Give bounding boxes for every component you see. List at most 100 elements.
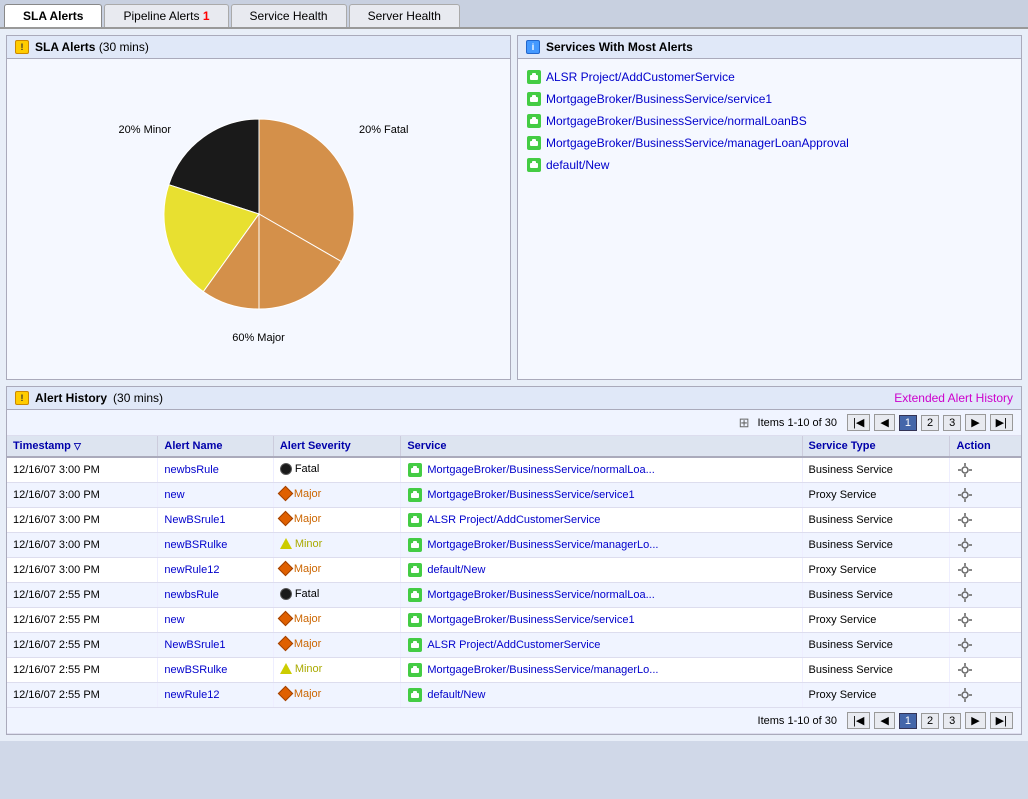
- service-cell-8[interactable]: MortgageBroker/BusinessService/managerLo…: [407, 662, 795, 678]
- cell-action-5[interactable]: [950, 583, 1021, 608]
- service-cell-6[interactable]: MortgageBroker/BusinessService/service1: [407, 612, 795, 628]
- alert-name-link-9[interactable]: newRule12: [164, 689, 219, 701]
- action-config-icon-9[interactable]: [956, 686, 974, 704]
- pagination-bar-bottom: Items 1-10 of 30 |◀ ◀ 1 2 3 ▶ ▶|: [7, 708, 1021, 734]
- cell-action-9[interactable]: [950, 683, 1021, 708]
- alert-name-link-2[interactable]: NewBSrule1: [164, 514, 225, 526]
- tab-sla-alerts[interactable]: SLA Alerts: [4, 4, 102, 27]
- col-service[interactable]: Service: [401, 436, 802, 457]
- service-cell-5[interactable]: MortgageBroker/BusinessService/normalLoa…: [407, 587, 795, 603]
- cell-action-1[interactable]: [950, 483, 1021, 508]
- cell-action-4[interactable]: [950, 558, 1021, 583]
- cell-service-6[interactable]: MortgageBroker/BusinessService/service1: [401, 608, 802, 633]
- page-1-btn-bottom[interactable]: 1: [899, 713, 917, 729]
- service-link-3[interactable]: MortgageBroker/BusinessService/managerLo…: [526, 135, 1013, 151]
- alert-name-link-4[interactable]: newRule12: [164, 564, 219, 576]
- cell-alert-name-7[interactable]: NewBSrule1: [158, 633, 273, 658]
- cell-service-0[interactable]: MortgageBroker/BusinessService/normalLoa…: [401, 457, 802, 483]
- last-page-btn-top[interactable]: ▶|: [990, 414, 1013, 431]
- cell-action-8[interactable]: [950, 658, 1021, 683]
- action-config-icon-1[interactable]: [956, 486, 974, 504]
- cell-service-7[interactable]: ALSR Project/AddCustomerService: [401, 633, 802, 658]
- alert-name-link-6[interactable]: new: [164, 614, 184, 626]
- page-3-btn-top[interactable]: 3: [943, 415, 961, 431]
- cell-action-3[interactable]: [950, 533, 1021, 558]
- tab-pipeline-alerts[interactable]: Pipeline Alerts 1: [104, 4, 228, 27]
- alert-name-link-0[interactable]: newbsRule: [164, 464, 218, 476]
- col-alert-name[interactable]: Alert Name: [158, 436, 273, 457]
- action-config-icon-4[interactable]: [956, 561, 974, 579]
- cell-action-7[interactable]: [950, 633, 1021, 658]
- cell-action-6[interactable]: [950, 608, 1021, 633]
- service-cell-7[interactable]: ALSR Project/AddCustomerService: [407, 637, 795, 653]
- alert-name-link-8[interactable]: newBSRulke: [164, 664, 227, 676]
- cell-alert-name-6[interactable]: new: [158, 608, 273, 633]
- prev-page-btn-bottom[interactable]: ◀: [874, 712, 894, 729]
- items-count-top: Items 1-10 of 30: [758, 417, 838, 429]
- extended-alert-history-link[interactable]: Extended Alert History: [894, 391, 1013, 405]
- page-1-btn-top[interactable]: 1: [899, 415, 917, 431]
- cell-service-3[interactable]: MortgageBroker/BusinessService/managerLo…: [401, 533, 802, 558]
- alert-history-title-text: Alert History: [35, 391, 107, 405]
- cell-alert-name-0[interactable]: newbsRule: [158, 457, 273, 483]
- major-diamond-4: [278, 561, 294, 577]
- page-3-btn-bottom[interactable]: 3: [943, 713, 961, 729]
- action-config-icon-6[interactable]: [956, 611, 974, 629]
- service-link-0[interactable]: ALSR Project/AddCustomerService: [526, 69, 1013, 85]
- alert-name-link-7[interactable]: NewBSrule1: [164, 639, 225, 651]
- cell-action-2[interactable]: [950, 508, 1021, 533]
- action-config-icon-7[interactable]: [956, 636, 974, 654]
- action-config-icon-0[interactable]: [956, 461, 974, 479]
- col-timestamp[interactable]: Timestamp ▽: [7, 436, 158, 457]
- cell-service-5[interactable]: MortgageBroker/BusinessService/normalLoa…: [401, 583, 802, 608]
- service-link-4[interactable]: default/New: [526, 157, 1013, 173]
- pie-chart: [159, 114, 359, 314]
- page-2-btn-top[interactable]: 2: [921, 415, 939, 431]
- service-cell-2[interactable]: ALSR Project/AddCustomerService: [407, 512, 795, 528]
- service-link-2[interactable]: MortgageBroker/BusinessService/normalLoa…: [526, 113, 1013, 129]
- last-page-btn-bottom[interactable]: ▶|: [990, 712, 1013, 729]
- config-svg-4: [957, 562, 973, 578]
- prev-page-btn-top[interactable]: ◀: [874, 414, 894, 431]
- cell-severity-5: Fatal: [273, 583, 401, 608]
- service-cell-3[interactable]: MortgageBroker/BusinessService/managerLo…: [407, 537, 795, 553]
- cell-alert-name-2[interactable]: NewBSrule1: [158, 508, 273, 533]
- action-config-icon-5[interactable]: [956, 586, 974, 604]
- cell-service-4[interactable]: default/New: [401, 558, 802, 583]
- cell-service-2[interactable]: ALSR Project/AddCustomerService: [401, 508, 802, 533]
- service-cell-0[interactable]: MortgageBroker/BusinessService/normalLoa…: [407, 462, 795, 478]
- cell-alert-name-9[interactable]: newRule12: [158, 683, 273, 708]
- service-cell-1[interactable]: MortgageBroker/BusinessService/service1: [407, 487, 795, 503]
- cell-alert-name-3[interactable]: newBSRulke: [158, 533, 273, 558]
- first-page-btn-top[interactable]: |◀: [847, 414, 870, 431]
- next-page-btn-bottom[interactable]: ▶: [965, 712, 985, 729]
- cell-service-9[interactable]: default/New: [401, 683, 802, 708]
- col-alert-severity[interactable]: Alert Severity: [273, 436, 401, 457]
- first-page-btn-bottom[interactable]: |◀: [847, 712, 870, 729]
- cell-alert-name-4[interactable]: newRule12: [158, 558, 273, 583]
- label-major: 60% Major: [232, 332, 285, 344]
- service-link-1[interactable]: MortgageBroker/BusinessService/service1: [526, 91, 1013, 107]
- cell-service-1[interactable]: MortgageBroker/BusinessService/service1: [401, 483, 802, 508]
- alert-name-link-5[interactable]: newbsRule: [164, 589, 218, 601]
- alert-name-link-1[interactable]: new: [164, 489, 184, 501]
- page-2-btn-bottom[interactable]: 2: [921, 713, 939, 729]
- timestamp-sort-icon: ▽: [74, 441, 81, 451]
- cell-alert-name-1[interactable]: new: [158, 483, 273, 508]
- cell-alert-name-5[interactable]: newbsRule: [158, 583, 273, 608]
- cell-service-8[interactable]: MortgageBroker/BusinessService/managerLo…: [401, 658, 802, 683]
- cell-service-type-2: Business Service: [802, 508, 950, 533]
- col-service-type[interactable]: Service Type: [802, 436, 950, 457]
- alert-name-link-3[interactable]: newBSRulke: [164, 539, 227, 551]
- table-row: 12/16/07 3:00 PMNewBSrule1 Major ALSR Pr…: [7, 508, 1021, 533]
- action-config-icon-2[interactable]: [956, 511, 974, 529]
- cell-action-0[interactable]: [950, 457, 1021, 483]
- tab-service-health[interactable]: Service Health: [231, 4, 347, 27]
- action-config-icon-3[interactable]: [956, 536, 974, 554]
- next-page-btn-top[interactable]: ▶: [965, 414, 985, 431]
- action-config-icon-8[interactable]: [956, 661, 974, 679]
- service-cell-9[interactable]: default/New: [407, 687, 795, 703]
- service-cell-4[interactable]: default/New: [407, 562, 795, 578]
- tab-server-health[interactable]: Server Health: [349, 4, 460, 27]
- cell-alert-name-8[interactable]: newBSRulke: [158, 658, 273, 683]
